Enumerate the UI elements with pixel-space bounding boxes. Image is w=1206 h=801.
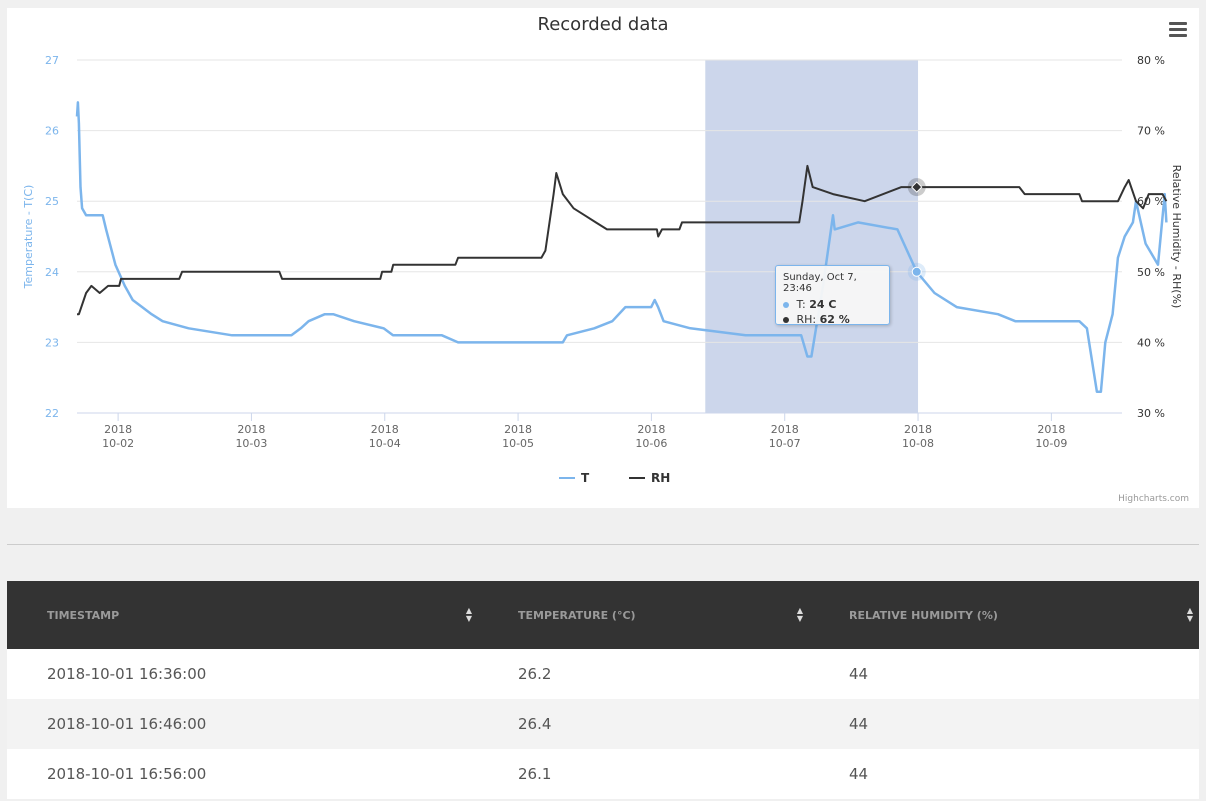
y-left-tick-label: 22	[45, 407, 59, 420]
x-tick-label-date: 10-02	[102, 437, 134, 450]
cell-timestamp: 2018-10-01 16:36:00	[47, 665, 207, 683]
col-header-timestamp[interactable]: TIMESTAMP ▲ ▼	[7, 581, 478, 649]
tooltip-rh-label: RH:	[796, 313, 817, 326]
col-header-label: RELATIVE HUMIDITY (%)	[849, 608, 998, 622]
rh-dot-icon	[783, 317, 789, 323]
x-tick-label-date: 10-04	[369, 437, 401, 450]
cell-timestamp: 2018-10-01 16:46:00	[47, 715, 207, 733]
highlight-band	[705, 60, 919, 413]
cell-temperature: 26.2	[518, 665, 552, 683]
t-dot-icon	[783, 302, 789, 308]
data-table: TIMESTAMP ▲ ▼ TEMPERATURE (°C) ▲ ▼ RELATIVE …	[7, 581, 1199, 799]
section-divider	[7, 544, 1199, 545]
y-left-tick-label: 27	[45, 54, 59, 67]
y-right-axis-title: Relative Humidity - RH(%)	[1170, 165, 1183, 309]
y-right-tick-label: 70 %	[1137, 125, 1165, 138]
x-tick-label-year: 2018	[371, 423, 399, 436]
x-tick-label-date: 10-05	[502, 437, 534, 450]
x-tick-label-year: 2018	[637, 423, 665, 436]
y-right-tick-label: 30 %	[1137, 407, 1165, 420]
series-line-rh	[77, 164, 1168, 316]
tooltip-header: Sunday, Oct 7, 23:46	[783, 272, 857, 294]
legend-item-rh[interactable]: RH	[651, 471, 670, 485]
x-tick-label-date: 10-06	[635, 437, 667, 450]
y-left-tick-label: 25	[45, 195, 59, 208]
y-right-tick-label: 50 %	[1137, 266, 1165, 279]
x-tick-label-year: 2018	[1037, 423, 1065, 436]
col-header-label: TIMESTAMP	[47, 608, 120, 622]
cell-humidity: 44	[849, 665, 869, 683]
y-left-tick-label: 26	[45, 125, 59, 138]
y-right-tick-label: 80 %	[1137, 54, 1165, 67]
sort-arrows-icon[interactable]: ▲ ▼	[466, 607, 472, 623]
hover-marker-t	[911, 266, 922, 277]
x-tick-label-date: 10-03	[235, 437, 267, 450]
x-tick-label-year: 2018	[904, 423, 932, 436]
cell-timestamp: 2018-10-01 16:56:00	[47, 765, 207, 783]
x-tick-label-year: 2018	[104, 423, 132, 436]
x-tick-label-date: 10-08	[902, 437, 934, 450]
y-left-axis-title: Temperature - T(C)	[22, 185, 35, 290]
cell-humidity: 44	[849, 715, 869, 733]
chart-tooltip: Sunday, Oct 7, 23:46 T: 24 C RH: 62 %	[775, 265, 890, 327]
cell-humidity: 44	[849, 765, 869, 783]
tooltip-row-rh: RH: 62 %	[783, 312, 882, 327]
cell-temperature: 26.1	[518, 765, 552, 783]
x-tick-label-year: 2018	[504, 423, 532, 436]
chart-container: Recorded data 22 23 24 25 26 27 30 % 40 % 50 % 60…	[7, 8, 1199, 508]
x-tick-label-date: 10-09	[1035, 437, 1067, 450]
tooltip-t-label: T:	[796, 298, 806, 311]
y-right-tick-label: 40 %	[1137, 336, 1165, 349]
chart-credits[interactable]: Highcharts.com	[1118, 494, 1189, 504]
x-tick-label-year: 2018	[237, 423, 265, 436]
chart-svg: 22232425262730 %40 %50 %60 %70 %80 %2018…	[22, 54, 1183, 485]
y-left-tick-label: 23	[45, 336, 59, 349]
col-header-temperature[interactable]: TEMPERATURE (°C) ▲ ▼	[478, 581, 809, 649]
x-tick-label-year: 2018	[771, 423, 799, 436]
sort-arrows-icon[interactable]: ▲ ▼	[1187, 607, 1193, 623]
col-header-label: TEMPERATURE (°C)	[518, 608, 636, 622]
table-row: 2018-10-01 16:56:00 26.1 44	[7, 749, 1199, 799]
tooltip-rh-value: 62 %	[819, 313, 850, 326]
legend-item-t[interactable]: T	[581, 471, 590, 485]
table-row: 2018-10-01 16:36:00 26.2 44	[7, 649, 1199, 699]
col-header-humidity[interactable]: RELATIVE HUMIDITY (%) ▲ ▼	[809, 581, 1199, 649]
cell-temperature: 26.4	[518, 715, 552, 733]
tooltip-row-t: T: 24 C	[783, 297, 882, 312]
series-line-t	[75, 101, 1168, 394]
tooltip-t-value: 24 C	[809, 298, 837, 311]
table-row: 2018-10-01 16:46:00 26.4 44	[7, 699, 1199, 749]
y-left-tick-label: 24	[45, 266, 59, 279]
table-header-row: TIMESTAMP ▲ ▼ TEMPERATURE (°C) ▲ ▼ RELATIVE …	[7, 581, 1199, 649]
x-tick-label-date: 10-07	[769, 437, 801, 450]
sort-arrows-icon[interactable]: ▲ ▼	[797, 607, 803, 623]
